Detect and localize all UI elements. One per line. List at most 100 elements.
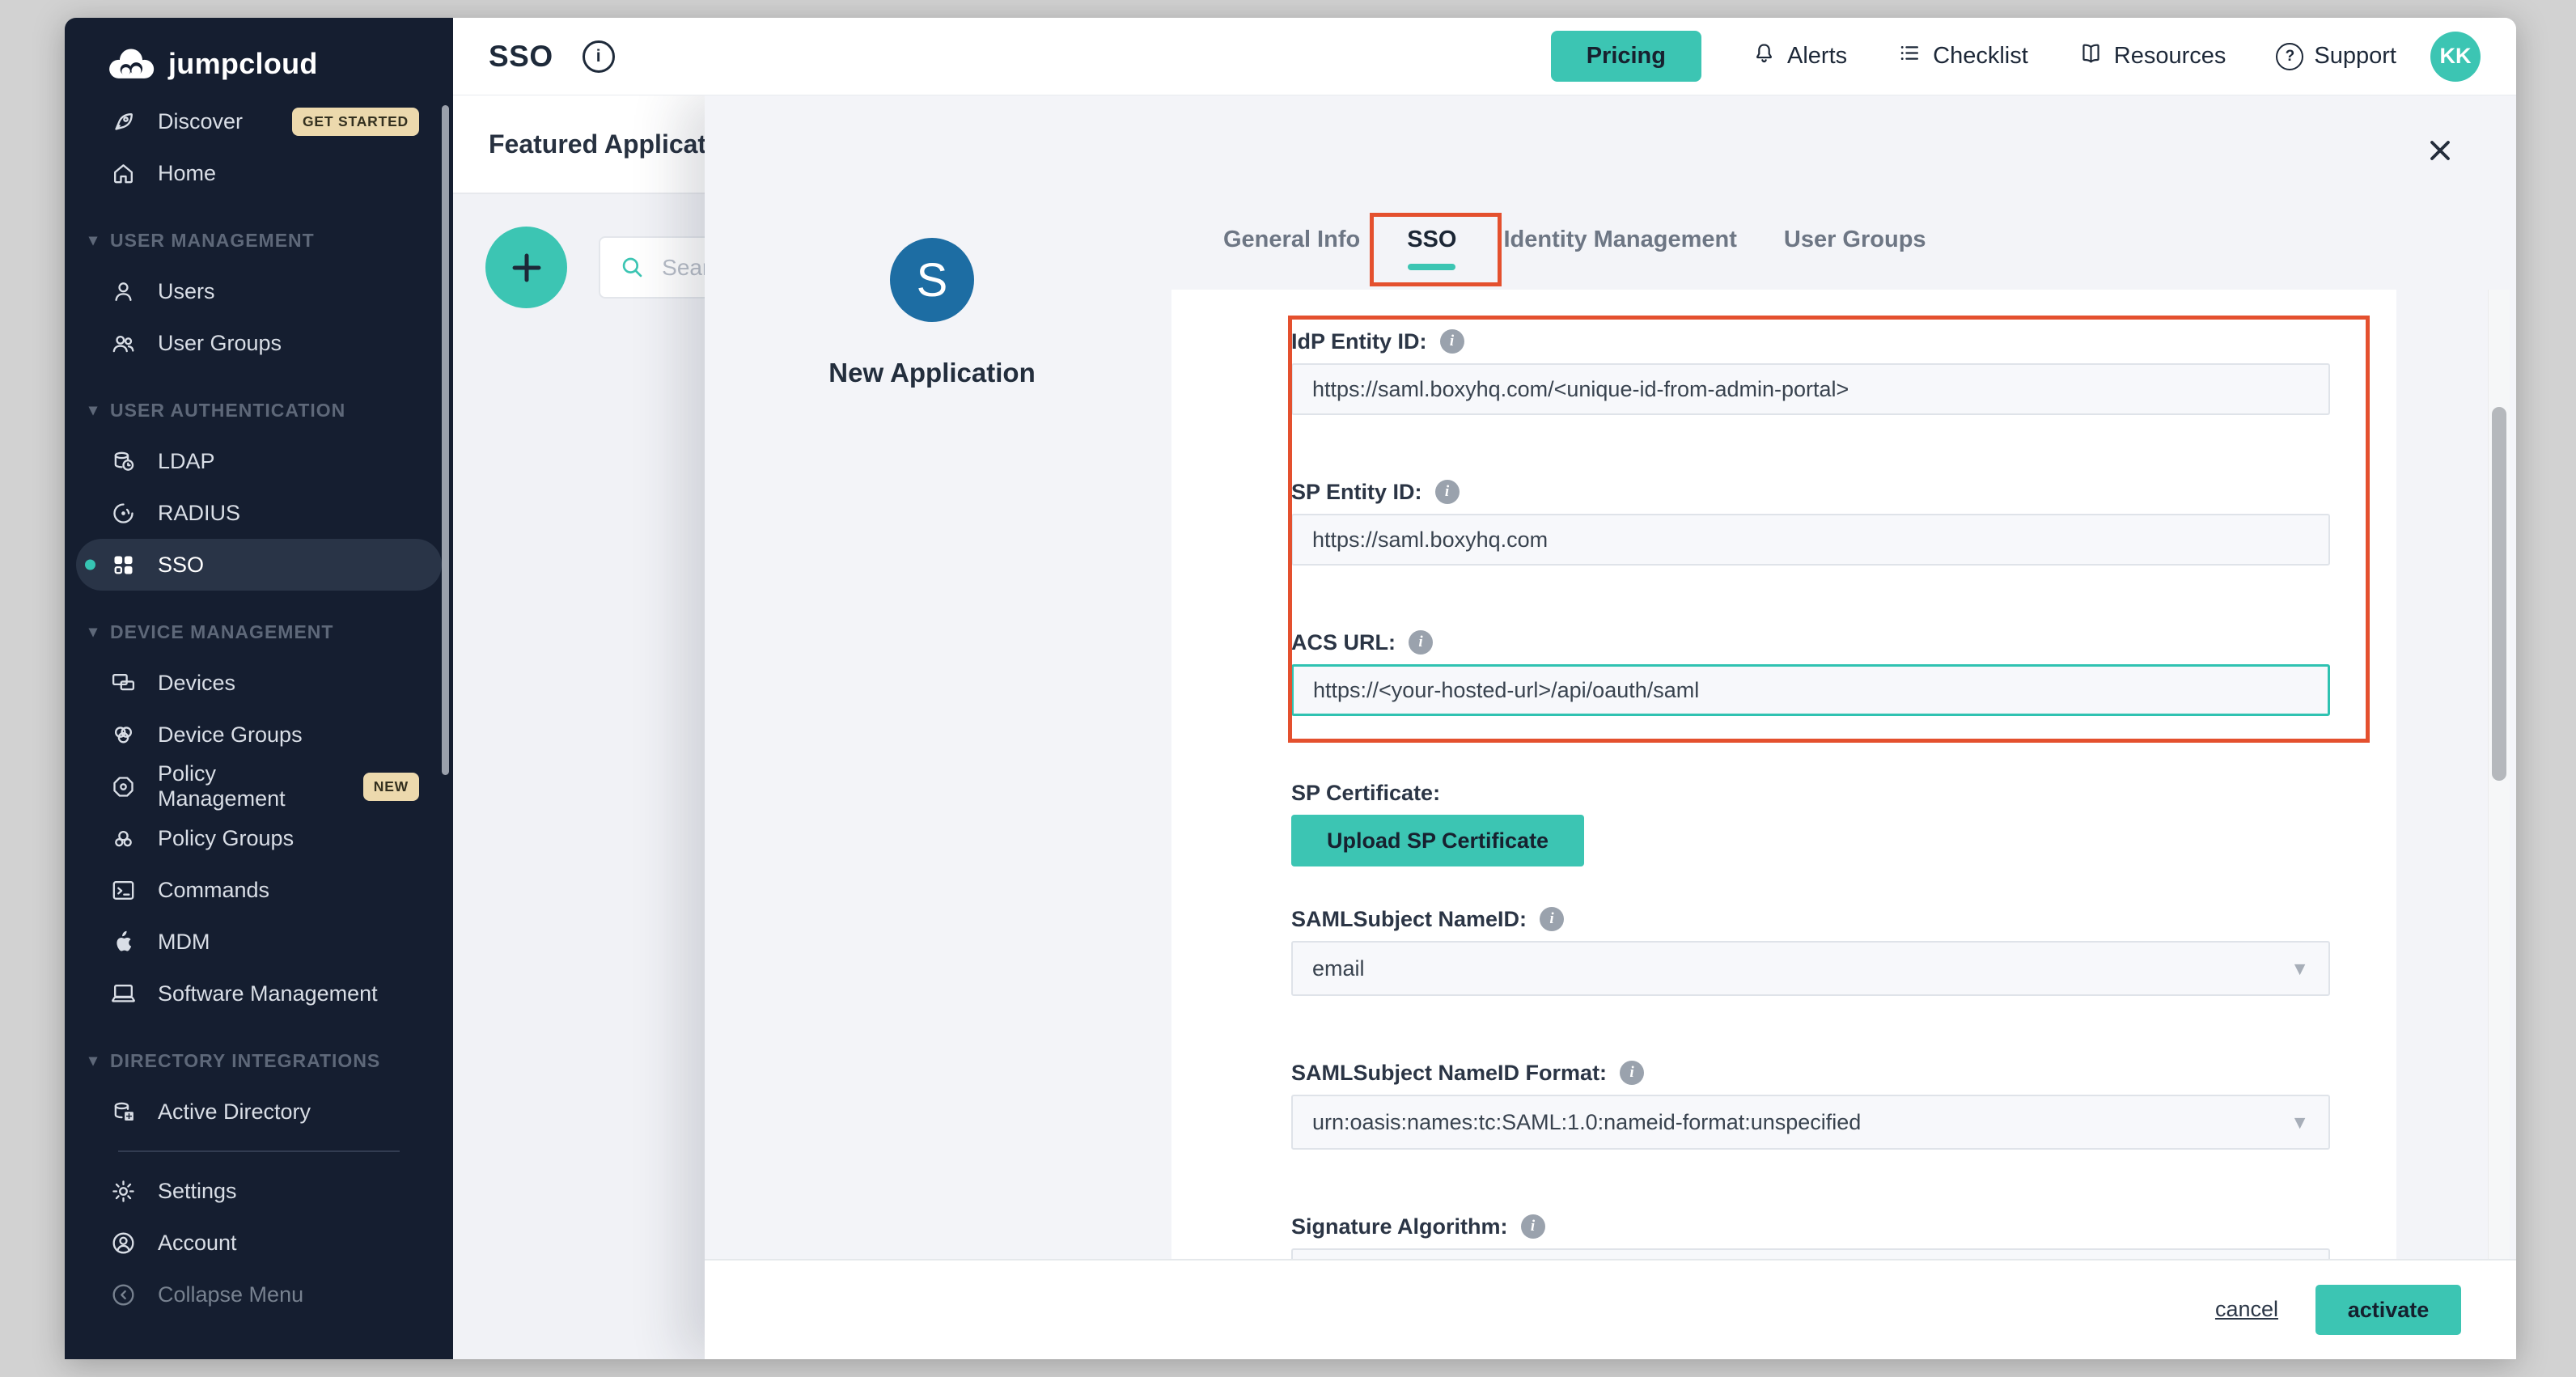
- field-select[interactable]: urn:oasis:names:tc:SAML:1.0:nameid-forma…: [1291, 1095, 2330, 1150]
- info-icon[interactable]: i: [1521, 1214, 1545, 1239]
- terminal-icon: [109, 876, 137, 904]
- sidebar-item-home[interactable]: Home: [76, 147, 442, 199]
- chevron-down-icon: ▼: [2290, 1112, 2309, 1133]
- topbar-nav-resources[interactable]: Resources: [2078, 40, 2226, 72]
- tab-label: Identity Management: [1503, 227, 1736, 252]
- topbar-nav-checklist[interactable]: Checklist: [1897, 40, 2028, 72]
- topbar-nav-alerts[interactable]: Alerts: [1752, 40, 1847, 72]
- sidebar-item-label: Devices: [158, 671, 235, 696]
- sidebar-item-label: LDAP: [158, 449, 215, 474]
- field-label: IdP Entity ID:: [1291, 329, 1427, 354]
- activate-button[interactable]: activate: [2315, 1285, 2461, 1335]
- desktop-background: jumpcloud DiscoverGET STARTEDHome▾USER M…: [0, 0, 2576, 1377]
- sidebar-section-directory-integrations[interactable]: ▾DIRECTORY INTEGRATIONS: [65, 1036, 453, 1086]
- topbar-nav-support[interactable]: ?Support: [2276, 43, 2396, 70]
- field-label-row: SP Certificate:: [1291, 779, 2330, 807]
- sidebar-item-label: Account: [158, 1231, 237, 1256]
- sidebar-item-account[interactable]: Account: [76, 1217, 442, 1269]
- sidebar-item-mdm[interactable]: MDM: [76, 916, 442, 968]
- sidebar-item-collapse-menu[interactable]: Collapse Menu: [76, 1269, 442, 1320]
- sidebar-section-label: DIRECTORY INTEGRATIONS: [110, 1050, 380, 1072]
- application-name: New Application: [750, 358, 1114, 388]
- sidebar: jumpcloud DiscoverGET STARTEDHome▾USER M…: [65, 18, 453, 1359]
- add-application-button[interactable]: [485, 227, 567, 308]
- sidebar-section-device-management[interactable]: ▾DEVICE MANAGEMENT: [65, 607, 453, 657]
- tab-label: General Info: [1223, 227, 1360, 252]
- field-input[interactable]: [1291, 363, 2330, 415]
- sidebar-item-commands[interactable]: Commands: [76, 864, 442, 916]
- sidebar-item-label: RADIUS: [158, 501, 240, 526]
- chevron-down-icon: ▾: [89, 402, 98, 418]
- field-label-row: SP Entity ID:i: [1291, 478, 2330, 506]
- sidebar-item-devices[interactable]: Devices: [76, 657, 442, 709]
- pricing-button[interactable]: Pricing: [1551, 31, 1701, 82]
- sidebar-item-user-groups[interactable]: User Groups: [76, 317, 442, 369]
- field-input[interactable]: [1291, 514, 2330, 566]
- topbar: SSO i PricingAlertsChecklistResources?Su…: [453, 18, 2516, 95]
- field-select[interactable]: email▼: [1291, 941, 2330, 996]
- field-sp-entity-id: SP Entity ID:i: [1291, 478, 2330, 566]
- sidebar-item-policy-groups[interactable]: Policy Groups: [76, 812, 442, 864]
- select-value: email: [1312, 956, 1365, 981]
- sidebar-item-active-directory[interactable]: Active Directory: [76, 1086, 442, 1138]
- sidebar-item-label: MDM: [158, 930, 210, 955]
- topbar-nav: Pricing Alerts Checklist Resources ?Support: [1551, 31, 2396, 82]
- badge: GET STARTED: [292, 108, 419, 136]
- apple-icon: [109, 928, 137, 955]
- active-tab-underline: [1408, 264, 1455, 270]
- sidebar-item-discover[interactable]: DiscoverGET STARTED: [76, 95, 442, 147]
- users-icon: [109, 329, 137, 357]
- topbar-nav-label: Alerts: [1787, 43, 1847, 70]
- field-sp-certificate: SP Certificate: Upload SP Certificate: [1291, 779, 2330, 866]
- field-samlsubject-nameid-format: SAMLSubject NameID Format:iurn:oasis:nam…: [1291, 1059, 2330, 1150]
- gear-icon: [109, 1177, 137, 1205]
- close-icon: [2424, 133, 2456, 168]
- tab-sso[interactable]: SSO: [1407, 225, 1456, 254]
- sidebar-item-radius[interactable]: RADIUS: [76, 487, 442, 539]
- info-icon[interactable]: i: [1620, 1061, 1644, 1085]
- info-icon[interactable]: i: [1440, 329, 1464, 354]
- sidebar-scrollbar[interactable]: [442, 105, 449, 775]
- tab-general-info[interactable]: General Info: [1223, 225, 1360, 254]
- user-icon: [109, 278, 137, 305]
- sidebar-item-software-management[interactable]: Software Management: [76, 968, 442, 1019]
- tab-label: SSO: [1407, 227, 1456, 252]
- sidebar-section-user-authentication[interactable]: ▾USER AUTHENTICATION: [65, 385, 453, 435]
- sidebar-divider: [118, 1150, 400, 1152]
- info-icon[interactable]: i: [1409, 630, 1433, 655]
- sidebar-item-settings[interactable]: Settings: [76, 1165, 442, 1217]
- modal-scrollbar-track[interactable]: [2488, 290, 2510, 1260]
- sidebar-item-label: Active Directory: [158, 1099, 311, 1125]
- sidebar-section-user-management[interactable]: ▾USER MANAGEMENT: [65, 215, 453, 265]
- sidebar-item-label: Policy Groups: [158, 826, 294, 851]
- field-idp-entity-id: IdP Entity ID: i: [1291, 328, 2330, 415]
- sidebar-item-label: User Groups: [158, 331, 282, 356]
- sidebar-item-label: Device Groups: [158, 722, 303, 748]
- sidebar-item-policy-management[interactable]: Policy ManagementNEW: [76, 761, 442, 812]
- modal-tabs: General Info SSO Identity Management User G…: [1223, 225, 1926, 254]
- modal-footer: cancel activate: [705, 1259, 2516, 1359]
- info-icon[interactable]: i: [1540, 907, 1564, 931]
- grid-icon: [109, 551, 137, 578]
- ldap-icon: [109, 447, 137, 475]
- cancel-button[interactable]: cancel: [2210, 1296, 2283, 1323]
- field-input[interactable]: [1291, 664, 2330, 716]
- sidebar-item-ldap[interactable]: LDAP: [76, 435, 442, 487]
- avatar[interactable]: KK: [2430, 32, 2481, 82]
- app-window: jumpcloud DiscoverGET STARTEDHome▾USER M…: [65, 18, 2516, 1359]
- field-label-row: ACS URL: i: [1291, 629, 2330, 656]
- sidebar-item-users[interactable]: Users: [76, 265, 442, 317]
- modal-scrollbar-thumb[interactable]: [2492, 407, 2506, 781]
- tab-user-groups[interactable]: User Groups: [1784, 225, 1926, 254]
- field-label: ACS URL:: [1291, 630, 1396, 655]
- chevron-down-icon: ▾: [89, 624, 98, 640]
- tab-identity-management[interactable]: Identity Management: [1503, 225, 1736, 254]
- close-modal-button[interactable]: [2419, 129, 2461, 172]
- upload-sp-certificate-button[interactable]: Upload SP Certificate: [1291, 815, 1584, 866]
- field-signature-algorithm: Signature Algorithm:iRSA-SHA256▼: [1291, 1213, 2330, 1260]
- info-icon[interactable]: i: [1435, 480, 1460, 504]
- sidebar-item-device-groups[interactable]: Device Groups: [76, 709, 442, 761]
- page-info-icon[interactable]: i: [583, 40, 615, 73]
- sidebar-item-sso[interactable]: SSO: [76, 539, 442, 591]
- badge: NEW: [363, 773, 419, 801]
